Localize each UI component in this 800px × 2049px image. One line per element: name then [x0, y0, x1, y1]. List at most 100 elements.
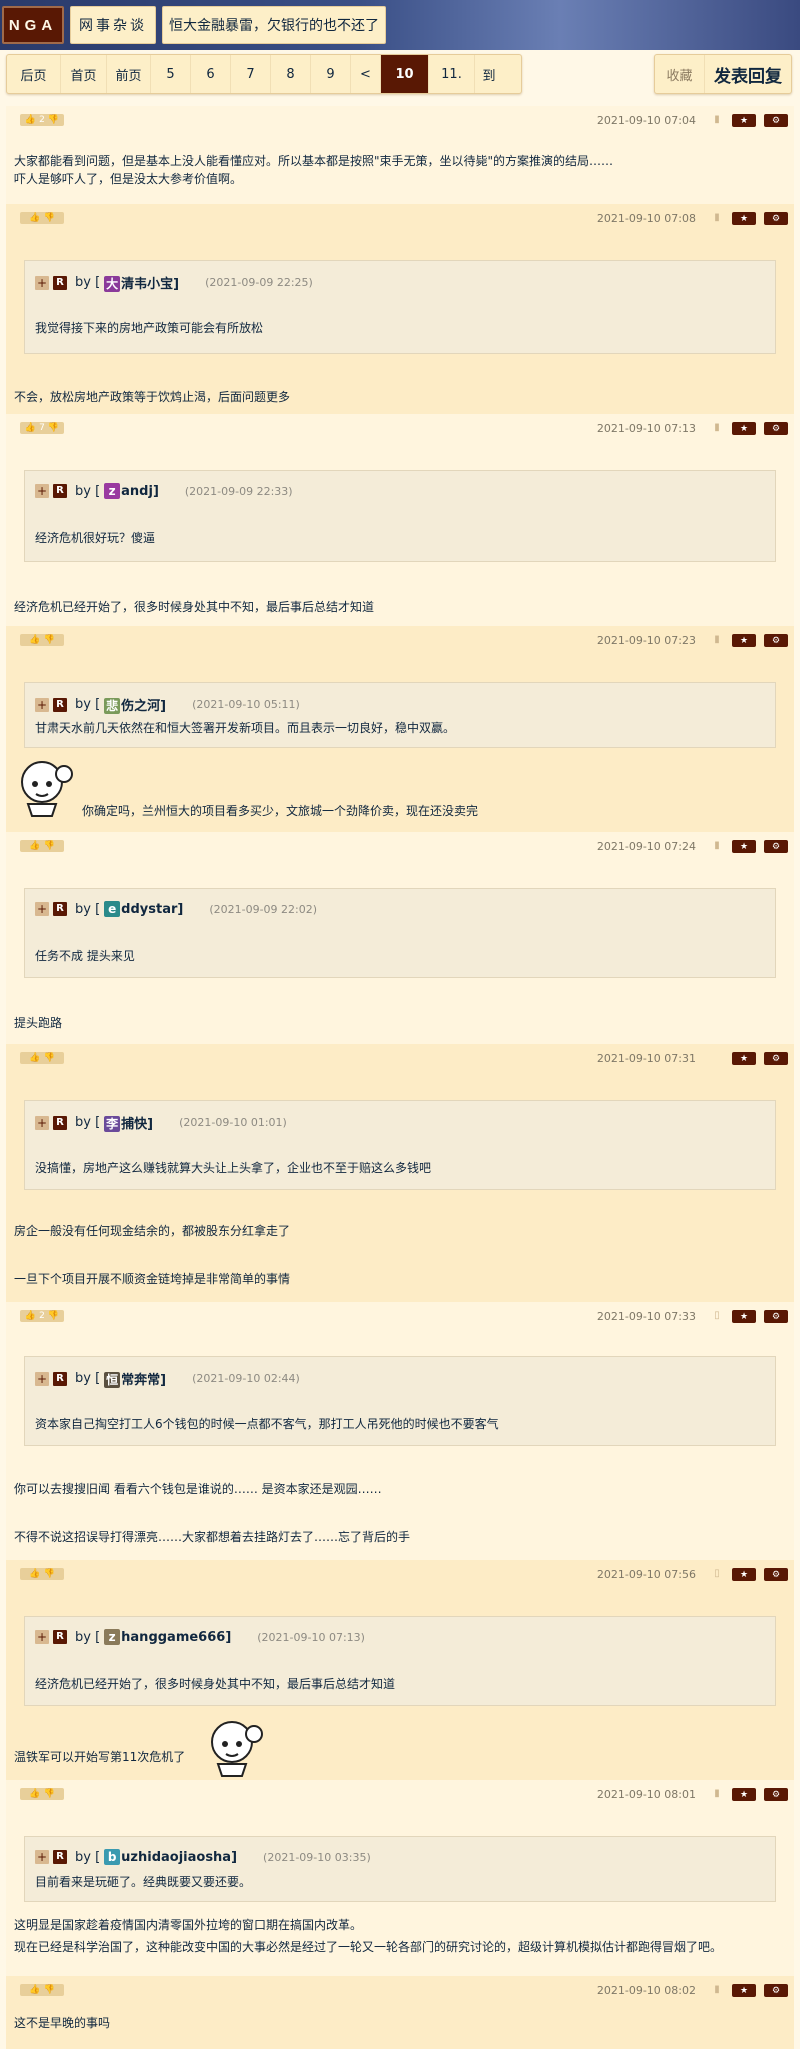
- star-button[interactable]: ★: [732, 634, 756, 647]
- star-button[interactable]: ★: [732, 840, 756, 853]
- device-icon: ▮: [714, 840, 720, 851]
- expand-quote-button[interactable]: +: [35, 484, 49, 498]
- android-icon: ▮: [714, 1984, 720, 1995]
- star-button[interactable]: ★: [732, 1984, 756, 1997]
- expand-quote-button[interactable]: +: [35, 697, 49, 712]
- post-date: 2021-09-10 07:33: [596, 1310, 696, 1323]
- quote-text: 我觉得接下来的房地产政策可能会有所放松: [35, 321, 264, 335]
- pager-back[interactable]: <: [351, 55, 381, 93]
- android-icon: ▮: [714, 634, 720, 645]
- post-date: 2021-09-10 07:23: [596, 634, 696, 647]
- gear-button[interactable]: ⚙: [764, 840, 788, 853]
- quoted-user[interactable]: 悲伤之河]: [104, 695, 166, 714]
- star-button[interactable]: ★: [732, 212, 756, 225]
- pager-page-6[interactable]: 6: [191, 55, 231, 93]
- vote-badge[interactable]: 👍 👎: [20, 1984, 64, 1996]
- quoted-user[interactable]: 李捕快]: [104, 1113, 153, 1132]
- quote-time: (2021-09-10 05:11): [192, 698, 300, 711]
- user-avatar: z: [104, 1629, 121, 1645]
- expand-quote-button[interactable]: +: [35, 1115, 49, 1130]
- vote-badge[interactable]: 👍 👎: [20, 1052, 64, 1064]
- quote-time: (2021-09-10 01:01): [179, 1116, 287, 1129]
- reply-ref-button[interactable]: R: [53, 697, 67, 712]
- quote-time: (2021-09-10 02:44): [192, 1372, 300, 1385]
- quote-time: (2021-09-09 22:02): [209, 902, 318, 916]
- gear-button[interactable]: ⚙: [764, 634, 788, 647]
- pager-page-7[interactable]: 7: [231, 55, 271, 93]
- expand-quote-button[interactable]: +: [35, 275, 49, 290]
- gear-button[interactable]: ⚙: [764, 422, 788, 435]
- gear-button[interactable]: ⚙: [764, 1984, 788, 1997]
- thumb-up-icon: 👍: [24, 423, 37, 433]
- pager-page-5[interactable]: 5: [151, 55, 191, 93]
- star-button[interactable]: ★: [732, 114, 756, 127]
- android-icon: ▮: [714, 114, 720, 125]
- vote-badge[interactable]: 👍 7 👎: [20, 422, 64, 434]
- vote-badge[interactable]: 👍 👎: [20, 212, 64, 224]
- thumb-down-icon: 👎: [43, 1053, 55, 1063]
- pager-prev-page[interactable]: 前页: [107, 55, 151, 93]
- quote-block: + R by [ e ddystar] (2021-09-09 22:02) 任务…: [24, 888, 776, 978]
- vote-badge[interactable]: 👍 👎: [20, 1568, 64, 1580]
- pager-goto[interactable]: 到: [475, 55, 503, 93]
- star-button[interactable]: ★: [732, 1310, 756, 1323]
- quoted-user[interactable]: e ddystar]: [104, 901, 183, 917]
- vote-badge[interactable]: 👍 2 👎: [20, 1310, 64, 1322]
- quoted-user[interactable]: z andj]: [104, 483, 159, 499]
- reply-ref-button[interactable]: R: [53, 1630, 67, 1644]
- reply-ref-button[interactable]: R: [53, 1115, 67, 1130]
- expand-quote-button[interactable]: +: [35, 1371, 49, 1386]
- reply-ref-button[interactable]: R: [53, 484, 67, 498]
- favorite-button[interactable]: 收藏: [655, 55, 705, 93]
- post-date: 2021-09-10 07:13: [596, 422, 696, 435]
- gear-button[interactable]: ⚙: [764, 1568, 788, 1581]
- pager-page-8[interactable]: 8: [271, 55, 311, 93]
- star-button[interactable]: ★: [732, 1052, 756, 1065]
- gear-button[interactable]: ⚙: [764, 212, 788, 225]
- post-body: 你可以去搜搜旧闻 看看六个钱包是谁说的…… 是资本家还是观园…… 不得不说这招误…: [14, 1482, 411, 1544]
- reply-ref-button[interactable]: R: [53, 1371, 67, 1386]
- star-button[interactable]: ★: [732, 422, 756, 435]
- post-reply-button[interactable]: 发表回复: [705, 62, 791, 87]
- expand-quote-button[interactable]: +: [35, 1850, 49, 1864]
- post-body: 经济危机已经开始了，很多时候身处其中不知，最后事后总结才知道: [14, 600, 375, 614]
- vote-badge[interactable]: 👍 👎: [20, 634, 64, 646]
- gear-button[interactable]: ⚙: [764, 1310, 788, 1323]
- star-button[interactable]: ★: [732, 1788, 756, 1801]
- pager-page-11[interactable]: 11.: [429, 55, 475, 93]
- nga-logo[interactable]: NGA: [2, 6, 64, 44]
- vote-badge[interactable]: 👍 👎: [20, 840, 64, 852]
- expand-quote-button[interactable]: +: [35, 902, 49, 916]
- vote-badge[interactable]: 👍 👎: [20, 1788, 64, 1800]
- post-date: 2021-09-10 07:56: [596, 1568, 696, 1581]
- pager-current-page[interactable]: 10: [381, 55, 429, 93]
- quoted-user[interactable]: 恒常奔常]: [104, 1369, 166, 1388]
- expand-quote-button[interactable]: +: [35, 1630, 49, 1644]
- breadcrumb-forum[interactable]: 网事杂谈: [70, 6, 156, 44]
- reply-ref-button[interactable]: R: [53, 902, 67, 916]
- breadcrumb-thread-title[interactable]: 恒大金融暴雷，欠银行的也不还了: [162, 6, 386, 44]
- quoted-user[interactable]: b uzhidaojiaosha]: [104, 1849, 237, 1865]
- thumb-up-icon: 👍: [29, 1569, 41, 1579]
- star-button[interactable]: ★: [732, 1568, 756, 1581]
- reply-ref-button[interactable]: R: [53, 1850, 67, 1864]
- vote-badge[interactable]: 👍 2 👎: [20, 114, 64, 126]
- post-body: 提头跑路: [14, 1016, 63, 1030]
- gear-button[interactable]: ⚙: [764, 1788, 788, 1801]
- pager-first-page[interactable]: 首页: [61, 55, 107, 93]
- post-body: 这不是早晚的事吗: [14, 2016, 111, 2030]
- pagination: 后页 首页 前页 5 6 7 8 9 < 10 11. 到: [6, 54, 522, 94]
- android-icon: ▮: [714, 422, 720, 433]
- thumb-up-icon: 👍: [29, 1985, 41, 1995]
- user-avatar: 李: [104, 1116, 121, 1132]
- quoted-user[interactable]: z hanggame666]: [104, 1629, 231, 1645]
- gear-button[interactable]: ⚙: [764, 1052, 788, 1065]
- gear-button[interactable]: ⚙: [764, 114, 788, 127]
- user-avatar: 悲: [104, 698, 121, 714]
- pager-page-9[interactable]: 9: [311, 55, 351, 93]
- pager-next-page[interactable]: 后页: [7, 55, 61, 93]
- thumb-up-icon: 👍: [29, 213, 41, 223]
- reply-ref-button[interactable]: R: [53, 275, 67, 290]
- post-body: 大家都能看到问题，但是基本上没人能看懂应对。所以基本都是按照"束手无策，坐以待毙…: [14, 154, 614, 186]
- quoted-user[interactable]: 大清韦小宝]: [104, 273, 179, 292]
